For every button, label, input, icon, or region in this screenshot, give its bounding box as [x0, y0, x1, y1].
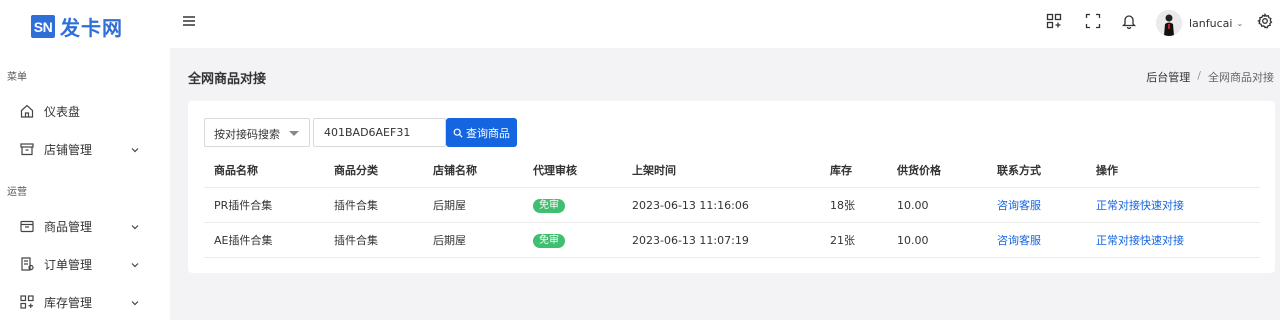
table-row: AE插件合集 插件合集 后期屋 免审 2023-06-13 11:07:19 2…	[204, 223, 1260, 258]
listed-time: 2023-06-13 11:07:19	[632, 234, 749, 247]
sidebar-item-label: 商品管理	[44, 219, 93, 234]
brand-badge: SN	[31, 15, 55, 38]
order-icon	[19, 256, 35, 272]
chevron-down-icon	[130, 297, 140, 307]
sidebar-item-label: 订单管理	[44, 257, 93, 272]
sidebar-item-label: 仪表盘	[44, 104, 81, 119]
fullscreen-icon[interactable]	[1085, 13, 1103, 31]
username: lanfucai	[1189, 16, 1233, 30]
search-button-label: 查询商品	[466, 126, 510, 140]
breadcrumb-current: 全网商品对接	[1208, 71, 1274, 84]
hamburger-icon[interactable]	[183, 15, 195, 30]
chevron-down-icon	[130, 144, 140, 154]
column-header: 商品分类	[334, 164, 378, 177]
product-box-icon	[19, 218, 35, 234]
brand-name: 发卡网	[60, 16, 123, 40]
shop-name: 后期屋	[433, 199, 466, 212]
docking-code-input[interactable]	[313, 118, 446, 147]
user-caret-icon: ⌄	[1236, 18, 1244, 28]
product-card: 按对接码搜索 查询商品 商品名称 商品分类 店铺名称 代理审核 上架时间 库存 …	[188, 101, 1275, 273]
main-content: 全网商品对接 后台管理 / 全网商品对接 按对接码搜索 查询商品 商品名称 商品…	[170, 48, 1280, 320]
column-header: 店铺名称	[433, 164, 477, 177]
sidebar-group-title: 运营	[7, 187, 27, 198]
inventory-grid-icon	[19, 294, 35, 310]
table-header-row: 商品名称 商品分类 店铺名称 代理审核 上架时间 库存 供货价格 联系方式 操作	[204, 153, 1260, 188]
product-category: 插件合集	[334, 234, 378, 247]
brand-logo[interactable]: SN 发卡网	[31, 12, 123, 41]
chevron-down-icon	[130, 259, 140, 269]
listed-time: 2023-06-13 11:16:06	[632, 199, 749, 212]
stock-count: 21张	[830, 234, 855, 247]
review-cell: 免审	[533, 223, 565, 258]
breadcrumb-separator: /	[1197, 69, 1201, 82]
column-header: 操作	[1096, 164, 1118, 177]
shop-name: 后期屋	[433, 234, 466, 247]
chevron-down-icon	[130, 221, 140, 231]
sidebar: 菜单 仪表盘 店铺管理 运营 商品管理 订单管理 库存管理	[0, 48, 170, 320]
table-row: PR插件合集 插件合集 后期屋 免审 2023-06-13 11:16:06 1…	[204, 188, 1260, 223]
stock-count: 18张	[830, 199, 855, 212]
column-header: 库存	[830, 164, 852, 177]
settings-gear-icon[interactable]	[1257, 13, 1275, 31]
normal-dock-link[interactable]: 正常对接	[1096, 188, 1140, 223]
search-mode-select[interactable]: 按对接码搜索	[204, 118, 310, 147]
sidebar-item-orders[interactable]: 订单管理	[0, 248, 170, 280]
review-status-badge: 免审	[533, 199, 565, 213]
product-table: 商品名称 商品分类 店铺名称 代理审核 上架时间 库存 供货价格 联系方式 操作…	[204, 153, 1260, 258]
search-mode-value: 按对接码搜索	[214, 128, 280, 141]
sidebar-item-inventory[interactable]: 库存管理	[0, 286, 170, 318]
top-bar: SN 发卡网 lanfucai ⌄	[0, 0, 1280, 48]
home-icon	[19, 103, 35, 119]
contact-support-link[interactable]: 咨询客服	[997, 188, 1041, 223]
fast-dock-link[interactable]: 快速对接	[1140, 188, 1184, 223]
user-menu[interactable]: lanfucai ⌄	[1156, 10, 1243, 36]
product-category: 插件合集	[334, 199, 378, 212]
review-cell: 免审	[533, 188, 565, 223]
breadcrumb-home-link[interactable]: 后台管理	[1146, 69, 1190, 85]
sidebar-group-title: 菜单	[7, 72, 27, 83]
normal-dock-link[interactable]: 正常对接	[1096, 223, 1140, 258]
store-icon	[19, 141, 35, 157]
product-name: PR插件合集	[214, 199, 273, 212]
product-name: AE插件合集	[214, 234, 273, 247]
breadcrumb: 后台管理 / 全网商品对接	[1146, 69, 1274, 85]
app-grid-icon[interactable]	[1046, 13, 1064, 31]
column-header: 商品名称	[214, 164, 258, 177]
sidebar-item-products[interactable]: 商品管理	[0, 210, 170, 242]
caret-down-icon	[289, 131, 299, 136]
sidebar-item-label: 库存管理	[44, 295, 93, 310]
fast-dock-link[interactable]: 快速对接	[1140, 223, 1184, 258]
bell-icon[interactable]	[1121, 13, 1139, 31]
page-title: 全网商品对接	[188, 72, 267, 87]
column-header: 联系方式	[997, 164, 1041, 177]
sidebar-item-store[interactable]: 店铺管理	[0, 133, 170, 165]
sidebar-item-label: 店铺管理	[44, 142, 93, 157]
sidebar-item-dashboard[interactable]: 仪表盘	[0, 95, 170, 127]
supply-price: 10.00	[897, 234, 929, 247]
avatar	[1156, 10, 1182, 36]
column-header: 上架时间	[632, 164, 676, 177]
search-icon	[453, 128, 463, 138]
search-products-button[interactable]: 查询商品	[446, 118, 517, 147]
contact-support-link[interactable]: 咨询客服	[997, 223, 1041, 258]
column-header: 供货价格	[897, 164, 941, 177]
review-status-badge: 免审	[533, 234, 565, 248]
column-header: 代理审核	[533, 164, 577, 177]
supply-price: 10.00	[897, 199, 929, 212]
